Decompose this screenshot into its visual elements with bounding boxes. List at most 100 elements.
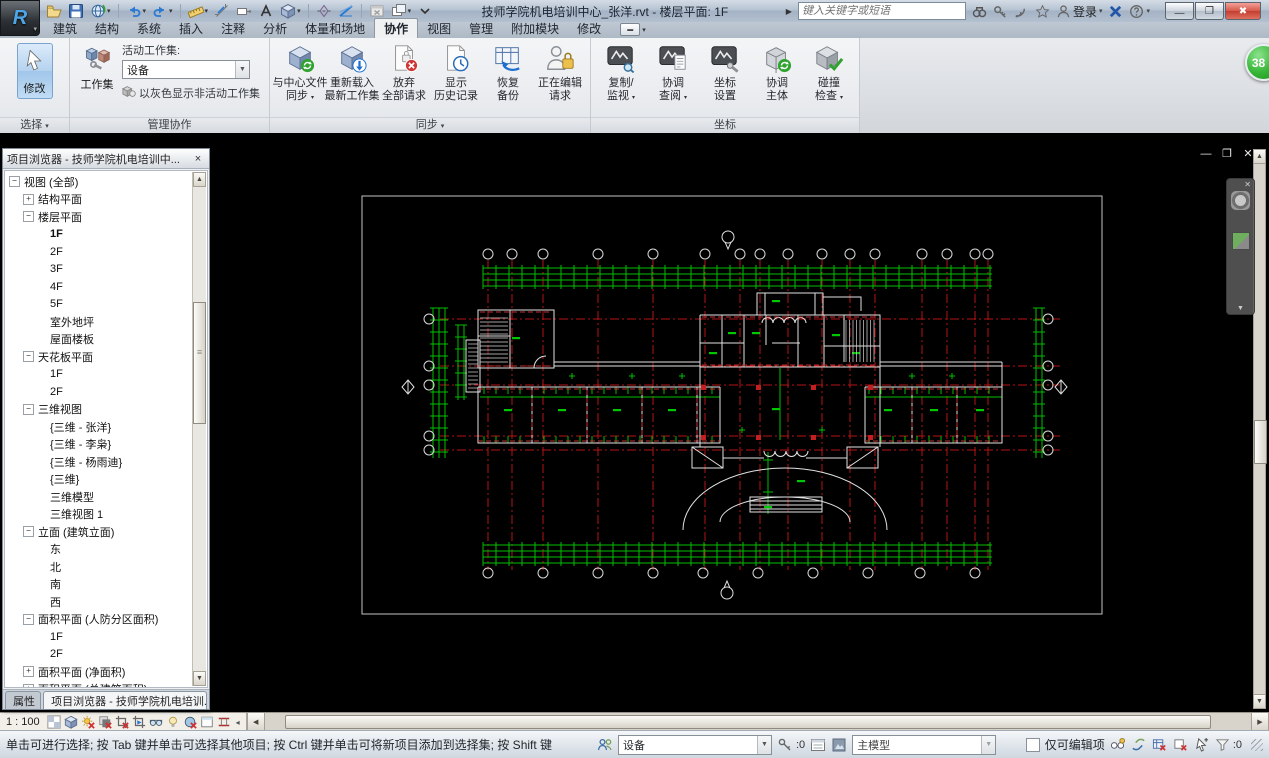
协调查阅-button[interactable]: 协调 查阅 ▾ <box>647 41 699 106</box>
help-icon[interactable]: ▾ <box>1129 4 1150 19</box>
browser-tab-project-browser[interactable]: 项目浏览器 - 技师学院机电培训... <box>43 691 207 709</box>
tree-item-面积平面 (总建筑面积)[interactable]: +面积平面 (总建筑面积) <box>5 681 207 687</box>
reveal-constraints-icon[interactable] <box>217 715 231 729</box>
close-button[interactable]: ✖ <box>1225 2 1261 20</box>
tree-item-{三维}[interactable]: {三维} <box>5 471 207 489</box>
正在编辑请求-button[interactable]: 正在编辑 请求 <box>534 41 586 104</box>
tree-item-{三维 - 张洋}[interactable]: {三维 - 张洋} <box>5 418 207 436</box>
tree-item-面积平面 (净面积)[interactable]: + 面积平面 (净面积) <box>5 663 207 681</box>
navbar-close-icon[interactable]: ✕ <box>1244 180 1251 189</box>
gray-inactive-worksets-toggle[interactable]: 以灰色显示非活动工作集 <box>121 84 260 101</box>
tree-item-2F[interactable]: 2F <box>5 383 207 401</box>
project-browser-header[interactable]: 项目浏览器 - 技师学院机电培训中... × <box>3 149 209 169</box>
restore-button[interactable]: ❐ <box>1195 2 1224 20</box>
editable-only-checkbox[interactable] <box>1025 737 1040 752</box>
ribbon-tab-注释[interactable]: 注释 <box>212 19 254 38</box>
tree-item-三维视图 1[interactable]: 三维视图 1 <box>5 506 207 524</box>
显示历史记录-button[interactable]: 显示 历史记录 <box>430 41 482 104</box>
ribbon-tab-附加模块[interactable]: 附加模块 <box>502 19 568 38</box>
crop-view-icon[interactable] <box>115 715 129 729</box>
tree-item-北[interactable]: 北 <box>5 558 207 576</box>
browser-tab-properties[interactable]: 属性 <box>5 691 42 709</box>
favorites-icon[interactable] <box>1035 4 1050 19</box>
worksharing-display-icon[interactable] <box>183 715 197 729</box>
view-minimize-icon[interactable]: — <box>1200 149 1212 160</box>
tree-item-室外地坪[interactable]: 室外地坪 <box>5 313 207 331</box>
恢复备份-button[interactable]: 恢复 备份 <box>482 41 534 104</box>
horizontal-scrollbar[interactable] <box>264 713 1251 731</box>
minimize-button[interactable]: — <box>1165 2 1194 20</box>
worksharing-users-icon[interactable] <box>597 737 613 753</box>
ribbon-tab-插入[interactable]: 插入 <box>170 19 212 38</box>
tree-item-视图 (全部)[interactable]: − 视图 (全部) <box>5 173 207 191</box>
复制监视-button[interactable]: 复制/监视 ▾ <box>595 41 647 106</box>
horizontal-scroll-thumb[interactable] <box>284 715 1211 729</box>
communication-center-icon[interactable] <box>1014 4 1029 19</box>
view-close-icon[interactable]: ✕ <box>1242 149 1254 160</box>
tree-item-1F[interactable]: 1F <box>5 628 207 646</box>
resize-grip[interactable] <box>1251 738 1263 751</box>
tree-item-2F[interactable]: 2F <box>5 646 207 664</box>
碰撞检查-button[interactable]: 碰撞 检查 ▾ <box>803 41 855 106</box>
tree-item-楼层平面[interactable]: − 楼层平面 <box>5 208 207 226</box>
tree-item-立面 (建筑立面)[interactable]: − 立面 (建筑立面) <box>5 523 207 541</box>
tree-item-结构平面[interactable]: + 结构平面 <box>5 191 207 209</box>
expand-icon[interactable]: + <box>23 683 34 687</box>
tree-item-屋面楼板[interactable]: 屋面楼板 <box>5 331 207 349</box>
browser-scroll-down-icon[interactable]: ▼ <box>193 671 206 686</box>
reload-links-icon[interactable] <box>1152 737 1167 752</box>
重新载入最新工作集-button[interactable]: 重新载入 最新工作集 <box>325 41 380 104</box>
design-option-select[interactable]: 主模型 ▼ <box>852 734 997 755</box>
tree-item-1F[interactable]: 1F <box>5 226 207 244</box>
ribbon-tab-视图[interactable]: 视图 <box>418 19 460 38</box>
subscription-center-icon[interactable] <box>993 4 1008 19</box>
temporary-hide-isolate-icon[interactable] <box>149 715 163 729</box>
ribbon-tab-修改[interactable]: 修改 <box>568 19 610 38</box>
collapse-icon[interactable]: − <box>9 176 20 188</box>
坐标设置-button[interactable]: 坐标 设置 <box>699 41 751 104</box>
view-scale-button[interactable]: 1 : 100 <box>6 716 40 728</box>
ribbon-tab-协作[interactable]: 协作 <box>374 18 419 38</box>
放弃全部请求-button[interactable]: 放弃 全部请求 <box>378 41 430 104</box>
editing-requests-icon[interactable] <box>777 737 793 753</box>
browser-scroll-thumb[interactable] <box>193 302 206 424</box>
collapse-icon[interactable]: − <box>23 526 34 538</box>
editing-requests-glasses-icon[interactable] <box>1110 737 1125 752</box>
search-expand-icon[interactable]: ▶ <box>786 7 792 16</box>
ribbon-state-arrow-icon[interactable]: ▾ <box>642 26 646 34</box>
browser-close-icon[interactable]: × <box>191 153 205 165</box>
tree-item-2F[interactable]: 2F <box>5 243 207 261</box>
tree-item-3F[interactable]: 3F <box>5 261 207 279</box>
tree-item-西[interactable]: 西 <box>5 593 207 611</box>
select-toggle-icon[interactable] <box>1194 737 1209 752</box>
browser-scrollbar[interactable]: ▲ ▼ <box>192 172 206 686</box>
sync-panel-label[interactable]: 同步 ▾ <box>270 117 590 133</box>
tree-item-三维模型[interactable]: 三维模型 <box>5 488 207 506</box>
application-menu-button[interactable]: R ▾ <box>0 0 40 36</box>
search-input[interactable] <box>797 2 966 20</box>
scroll-right-icon[interactable]: ▶ <box>1251 713 1269 731</box>
signin-icon[interactable]: 登录 ▾ <box>1056 3 1102 20</box>
ribbon-tab-分析[interactable]: 分析 <box>254 19 296 38</box>
tree-item-5F[interactable]: 5F <box>5 296 207 314</box>
scroll-up-icon[interactable]: ▲ <box>1254 150 1265 164</box>
tree-item-{三维 - 杨雨迪}[interactable]: {三维 - 杨雨迪} <box>5 453 207 471</box>
active-workset-statusbar-select[interactable]: 设备 ▼ <box>618 734 772 755</box>
links-status-icon[interactable] <box>1131 737 1146 752</box>
ribbon-tab-体量和场地[interactable]: 体量和场地 <box>296 19 374 38</box>
exchange-apps-icon[interactable] <box>1108 4 1123 19</box>
ribbon-tab-系统[interactable]: 系统 <box>128 19 170 38</box>
browser-scroll-up-icon[interactable]: ▲ <box>193 172 206 187</box>
scroll-left-icon[interactable]: ◀ <box>246 713 265 731</box>
expand-icon[interactable]: + <box>23 193 34 205</box>
navbar-options-arrow-icon[interactable]: ▼ <box>1237 305 1244 312</box>
zoom-tool-icon[interactable] <box>1231 232 1250 250</box>
temporary-view-properties-icon[interactable] <box>200 715 214 729</box>
steering-wheel-icon[interactable] <box>1231 191 1250 210</box>
shadows-icon[interactable] <box>98 715 112 729</box>
expand-icon[interactable]: + <box>23 666 34 678</box>
collapse-icon[interactable]: − <box>23 211 34 223</box>
filter-icon[interactable] <box>1215 737 1230 752</box>
collapse-icon[interactable]: − <box>23 613 34 625</box>
tree-item-三维视图[interactable]: − 三维视图 <box>5 401 207 419</box>
